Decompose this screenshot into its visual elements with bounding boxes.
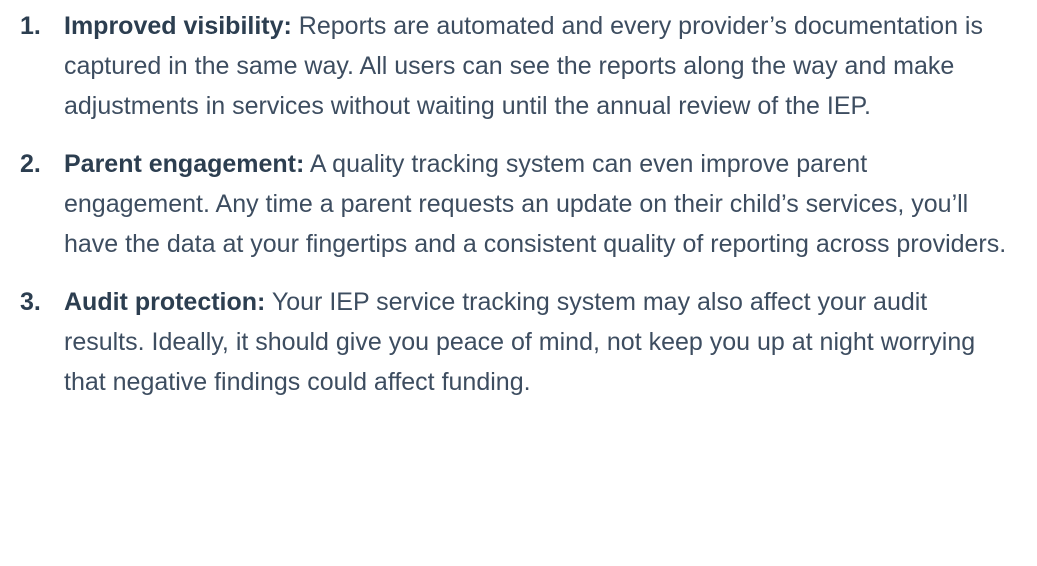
item-lead: Audit protection: [64, 288, 266, 316]
item-number: 3. [20, 288, 41, 316]
item-number: 1. [20, 12, 41, 40]
item-lead: Improved visibility: [64, 12, 292, 40]
item-number: 2. [20, 150, 41, 178]
list-item: 2. Parent engagement: A quality tracking… [20, 144, 1007, 264]
item-text: Audit protection: Your IEP service track… [64, 282, 1007, 402]
benefits-list: 1. Improved visibility: Reports are auto… [20, 6, 1007, 402]
list-item: 3. Audit protection: Your IEP service tr… [20, 282, 1007, 402]
list-item: 1. Improved visibility: Reports are auto… [20, 6, 1007, 126]
item-text: Parent engagement: A quality tracking sy… [64, 144, 1007, 264]
item-text: Improved visibility: Reports are automat… [64, 6, 1007, 126]
item-lead: Parent engagement: [64, 150, 305, 178]
document: 1. Improved visibility: Reports are auto… [0, 0, 1037, 566]
